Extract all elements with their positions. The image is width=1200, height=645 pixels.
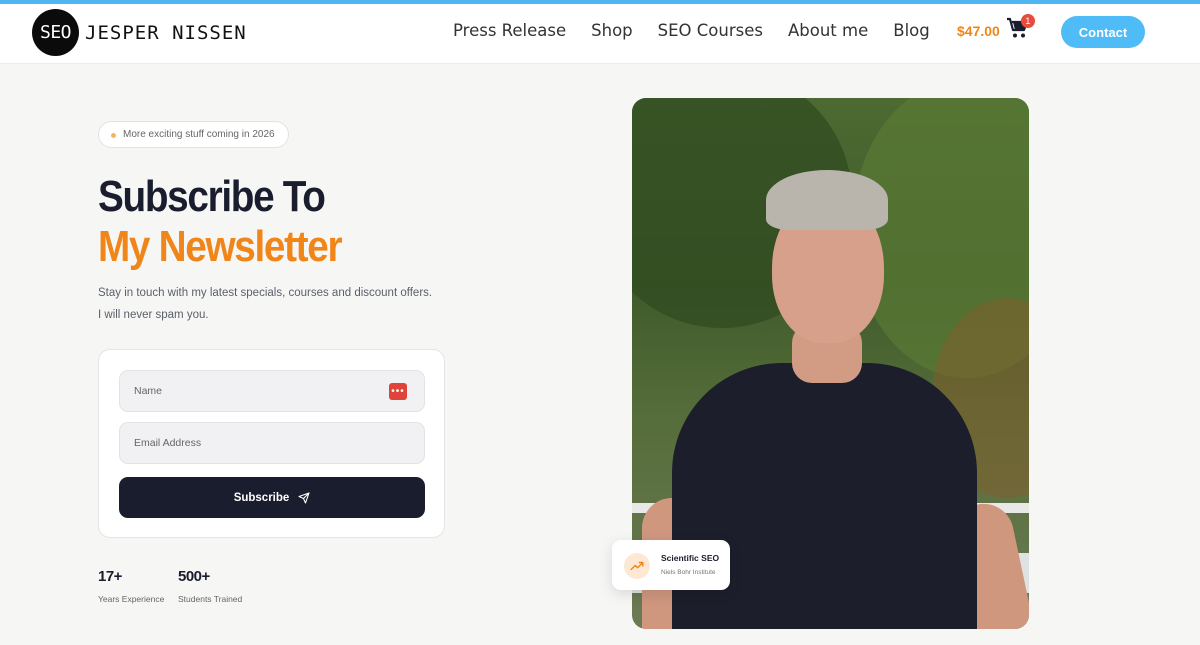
- stat-value: 17+: [98, 568, 122, 585]
- newsletter-form: Name ••• Email Address Subscribe: [98, 349, 445, 538]
- nav-item-shop[interactable]: Shop: [591, 21, 633, 40]
- badge-title: Scientific SEO: [661, 553, 720, 563]
- stat-label: Students Trained: [178, 594, 243, 604]
- email-placeholder: Email Address: [134, 437, 202, 449]
- site-header: SEO JESPER NISSEN Press Release Shop SEO…: [0, 4, 1200, 64]
- nav-item-press-release[interactable]: Press Release: [453, 21, 566, 40]
- cart-price: $47.00: [957, 22, 1000, 39]
- pill-dot: [111, 133, 116, 138]
- email-field[interactable]: Email Address: [119, 422, 425, 464]
- cart-count-badge: 1: [1020, 14, 1035, 28]
- contact-button[interactable]: Contact: [1061, 16, 1145, 48]
- stat-label: Years Experience: [98, 594, 165, 604]
- main-nav: Press Release Shop SEO Courses About me …: [453, 21, 955, 40]
- stat-experience: 17+ Years Experience: [98, 568, 164, 604]
- subscribe-button[interactable]: Subscribe: [119, 477, 425, 518]
- announcement-text: More exciting stuff coming in 2026: [123, 129, 275, 140]
- trend-up-icon: [624, 553, 650, 579]
- hero-title: Subscribe To My Newsletter: [98, 172, 343, 272]
- nav-item-about-me[interactable]: About me: [788, 21, 868, 40]
- name-placeholder: Name: [134, 385, 163, 397]
- announcement-pill: More exciting stuff coming in 2026: [98, 121, 289, 148]
- cart[interactable]: $47.00 1: [957, 14, 1035, 42]
- hero-title-line2: My Newsletter: [98, 222, 343, 271]
- hero-title-line1: Subscribe To: [98, 172, 326, 221]
- subscribe-label: Subscribe: [233, 491, 290, 504]
- logo-badge: SEO: [32, 9, 79, 56]
- password-manager-icon[interactable]: •••: [389, 383, 407, 400]
- credential-badge: Scientific SEO Niels Bohr Institute: [612, 540, 730, 590]
- badge-subtitle: Niels Bohr Institute: [661, 569, 716, 576]
- name-field[interactable]: Name •••: [119, 370, 425, 412]
- hero-description: Stay in touch with my latest specials, c…: [98, 287, 433, 321]
- send-icon: [298, 491, 310, 504]
- stat-value: 500+: [178, 568, 210, 585]
- nav-item-blog[interactable]: Blog: [893, 21, 929, 40]
- cart-icon[interactable]: 1: [1006, 14, 1035, 42]
- nav-item-seo-courses[interactable]: SEO Courses: [658, 21, 763, 40]
- site-logo[interactable]: SEO JESPER NISSEN: [32, 9, 247, 56]
- stat-students: 500+ Students Trained: [178, 568, 242, 604]
- logo-name: JESPER NISSEN: [85, 21, 247, 44]
